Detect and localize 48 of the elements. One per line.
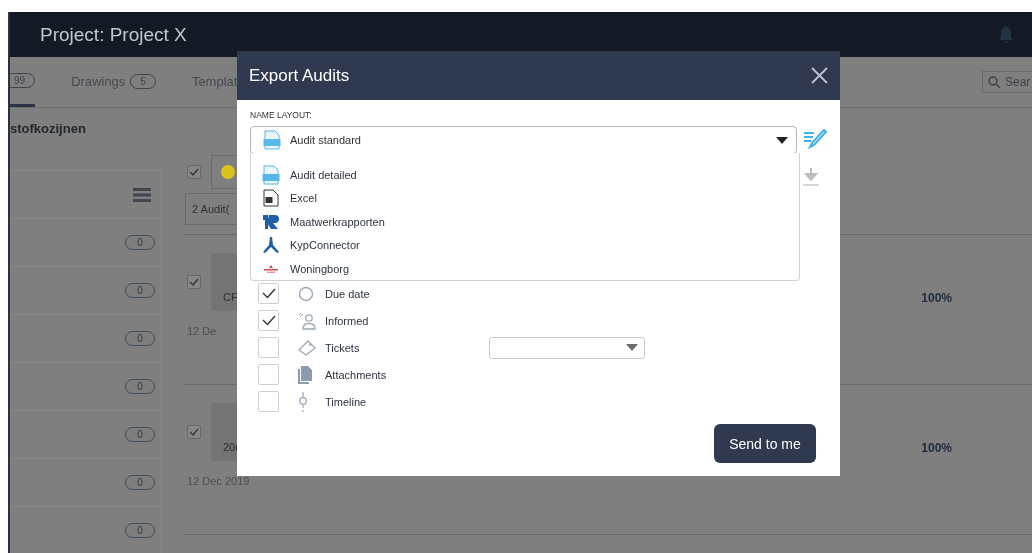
layout-option[interactable]: Woningborg [251, 257, 799, 281]
layout-option[interactable]: Excel [251, 186, 799, 210]
tickets-select[interactable] [489, 336, 645, 359]
option-label: Tickets [325, 341, 360, 354]
checkmark-icon [261, 315, 276, 326]
bell-icon[interactable] [998, 24, 1014, 45]
checkbox[interactable] [187, 275, 201, 289]
tripod-icon [262, 236, 280, 255]
clock-icon [298, 285, 314, 302]
caret-icon [776, 136, 789, 144]
search-icon [988, 76, 1001, 89]
status-dot [221, 165, 235, 179]
option-label: Attachments [325, 368, 387, 381]
checkbox[interactable] [187, 425, 201, 439]
layout-option[interactable]: Maatwerkrapporten [251, 210, 799, 234]
timeline-icon [298, 391, 308, 412]
project-title: Project: Project X [40, 23, 187, 46]
logo-icon [262, 213, 280, 230]
search-field[interactable]: Sear [982, 71, 1032, 93]
checkmark-icon [189, 428, 199, 436]
download-icon[interactable] [803, 166, 819, 186]
menu-icon[interactable] [133, 187, 151, 202]
spreadsheet-file-icon [262, 189, 280, 208]
logo-icon [262, 264, 280, 273]
caret-icon [626, 344, 638, 351]
ticket-icon [298, 339, 316, 356]
documents-icon [298, 365, 312, 384]
checkmark-icon [189, 168, 199, 176]
edit-icon[interactable] [803, 129, 827, 151]
option-label: Timeline [325, 395, 367, 408]
checkbox[interactable] [187, 165, 201, 179]
layout-option[interactable]: KypConnector [251, 233, 799, 257]
close-icon[interactable] [811, 67, 828, 84]
checkmark-icon [261, 288, 276, 299]
audit-code: CF [223, 291, 238, 303]
option-label: Informed [325, 314, 369, 327]
progress-value: 100% [921, 291, 952, 305]
pdf-file-icon [263, 130, 281, 150]
progress-value: 100% [921, 441, 952, 455]
layout-option[interactable]: Audit detailed [251, 163, 799, 187]
dialog-title: Export Audits [249, 65, 350, 86]
checkmark-icon [189, 278, 199, 286]
option-label: Due date [325, 287, 370, 300]
section-title: stofkozijnen [10, 121, 87, 136]
field-label: NAME LAYOUT: [250, 110, 313, 122]
person-icon [298, 311, 316, 330]
send-button[interactable]: Send to me [714, 424, 816, 463]
pdf-file-icon [262, 164, 280, 185]
